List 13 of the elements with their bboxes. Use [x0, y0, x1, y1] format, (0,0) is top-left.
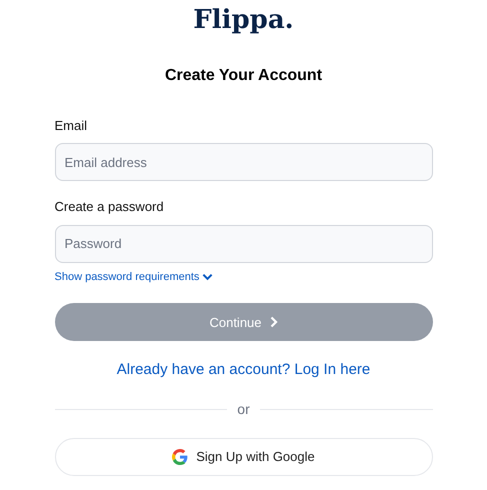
input-field[interactable]: Password	[54, 224, 432, 262]
field-label: Create a password	[54, 199, 165, 216]
page-title: Create Your Account	[164, 66, 322, 86]
google-signup-button[interactable]: Sign Up with Google	[54, 438, 432, 476]
google-icon	[172, 448, 188, 464]
flippa-logo: Flippa.	[193, 7, 294, 33]
show-requirements-link[interactable]: Show password requirements	[54, 270, 214, 284]
field-label: Email	[54, 118, 88, 134]
input-field[interactable]: Email address	[54, 143, 432, 182]
chevron-right-icon	[270, 316, 278, 328]
divider-text: or	[237, 401, 250, 418]
login-link[interactable]: Already have an account? Log In here	[116, 361, 370, 380]
chevron-icon	[202, 273, 214, 282]
